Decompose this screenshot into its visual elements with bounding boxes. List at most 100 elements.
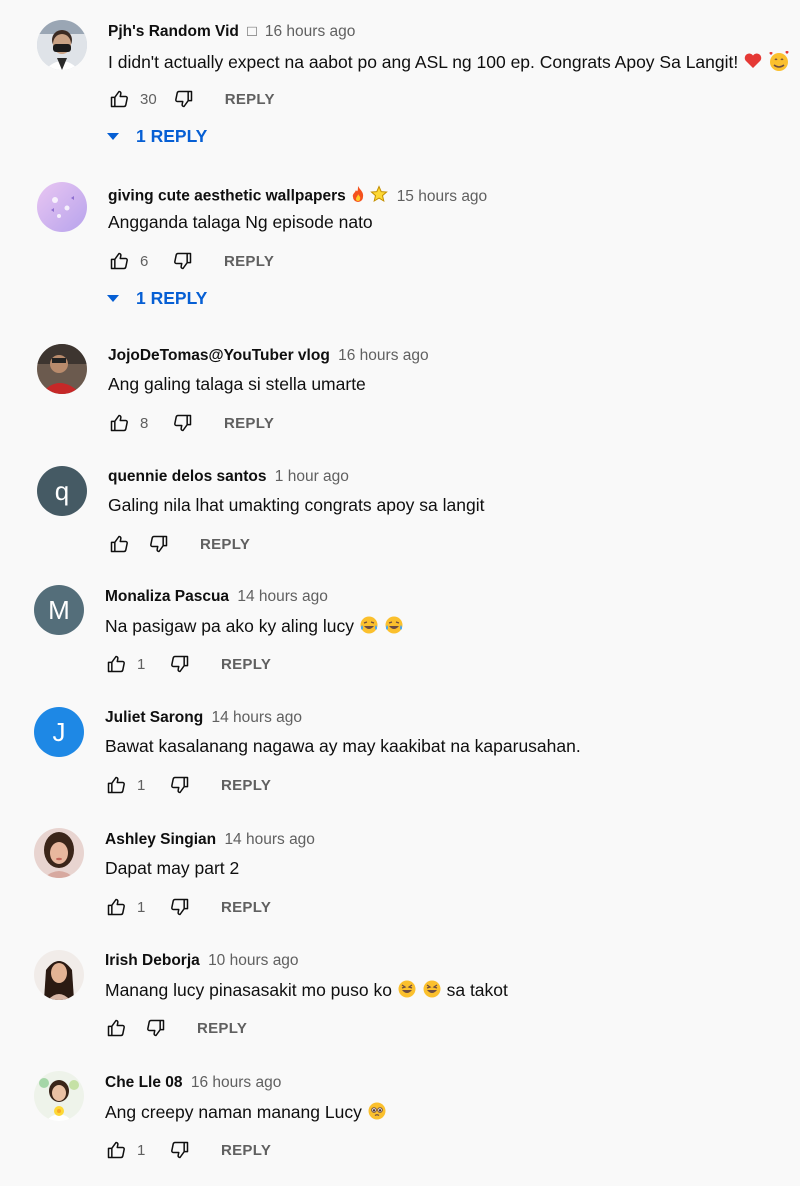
- pastel-butterfly-avatar[interactable]: [37, 182, 87, 232]
- comment-time[interactable]: 14 hours ago: [237, 588, 328, 605]
- fire-emoji-icon: [350, 185, 366, 208]
- comment-text-continued: sa takot: [446, 980, 508, 1001]
- person-red-shirt-avatar[interactable]: [37, 344, 87, 394]
- verified-badge-icon: □: [247, 23, 257, 40]
- caret-down-icon: [107, 133, 119, 140]
- girl-yellow-flower-avatar[interactable]: [34, 1071, 84, 1121]
- like-count: 30: [140, 90, 157, 108]
- thumbs-up-icon: [107, 1019, 125, 1037]
- thumbs-down-icon: [147, 1019, 165, 1037]
- smiling-hearts-emoji-icon: [768, 50, 790, 77]
- thumbs-up-icon: [107, 1141, 125, 1159]
- comment-time[interactable]: 10 hours ago: [208, 952, 299, 969]
- grinning-squint-emoji-icon: [397, 979, 417, 1004]
- comment-time[interactable]: 14 hours ago: [224, 831, 315, 848]
- letter-avatar[interactable]: q: [37, 466, 87, 516]
- thumbs-up-icon: [110, 414, 128, 432]
- comment-author[interactable]: Irish Deborja: [105, 952, 200, 969]
- thumbs-up-icon: [107, 655, 125, 673]
- like-count: 8: [140, 414, 149, 432]
- thumbs-down-icon: [171, 898, 189, 916]
- like-button[interactable]: [105, 1017, 127, 1039]
- dislike-button[interactable]: [148, 533, 170, 555]
- thumbs-down-icon: [171, 1141, 189, 1159]
- comment-author[interactable]: Che Lle 08: [105, 1074, 183, 1091]
- letter-avatar[interactable]: J: [34, 707, 84, 757]
- dislike-button[interactable]: [173, 88, 195, 110]
- reply-button[interactable]: REPLY: [221, 1142, 271, 1159]
- thumbs-up-icon: [110, 535, 128, 553]
- dislike-button[interactable]: [169, 774, 191, 796]
- comment-text: Galing nila lhat umakting congrats apoy …: [108, 495, 485, 515]
- reply-button[interactable]: REPLY: [221, 777, 271, 794]
- reply-button[interactable]: REPLY: [197, 1020, 247, 1037]
- replies-count: 1 REPLY: [136, 126, 208, 146]
- caret-down-icon: [107, 295, 119, 302]
- avatar-letter: q: [54, 475, 70, 506]
- reply-button[interactable]: REPLY: [224, 415, 274, 432]
- comment-time[interactable]: 14 hours ago: [212, 709, 303, 726]
- like-button[interactable]: [108, 533, 130, 555]
- comment-author[interactable]: JojoDeTomas@YouTuber vlog: [108, 347, 330, 364]
- like-button[interactable]: [105, 1139, 127, 1161]
- comment-text: Bawat kasalanang nagawa ay may kaakibat …: [105, 736, 581, 756]
- girl-long-hair-avatar[interactable]: [34, 950, 84, 1000]
- view-replies-button[interactable]: 1 REPLY: [107, 288, 207, 309]
- comment-author[interactable]: giving cute aesthetic wallpapers: [108, 188, 346, 205]
- comment-author[interactable]: Monaliza Pascua: [105, 588, 229, 605]
- like-button[interactable]: [105, 896, 127, 918]
- like-count: 6: [140, 252, 149, 270]
- view-replies-button[interactable]: 1 REPLY: [107, 126, 207, 147]
- reply-button[interactable]: REPLY: [224, 253, 274, 270]
- comment-time[interactable]: 16 hours ago: [338, 347, 429, 364]
- like-button[interactable]: [105, 653, 127, 675]
- pleading-face-emoji-icon: [367, 1101, 387, 1126]
- like-count: 1: [137, 898, 146, 916]
- thumbs-down-icon: [174, 90, 192, 108]
- comment-time[interactable]: 16 hours ago: [191, 1074, 282, 1091]
- reply-button[interactable]: REPLY: [225, 91, 275, 108]
- dislike-button[interactable]: [169, 896, 191, 918]
- laughing-tears-emoji-icon: [384, 615, 404, 640]
- comment-time[interactable]: 15 hours ago: [397, 188, 488, 205]
- like-button[interactable]: [105, 774, 127, 796]
- dislike-button[interactable]: [172, 412, 194, 434]
- comment-text: Manang lucy pinasasakit mo puso ko: [105, 980, 392, 1001]
- person-mask-avatar[interactable]: [37, 20, 87, 70]
- laughing-tears-emoji-icon: [359, 615, 379, 640]
- comment-author[interactable]: Juliet Sarong: [105, 709, 203, 726]
- comment-time[interactable]: 16 hours ago: [265, 23, 356, 40]
- comment-text: Na pasigaw pa ako ky aling lucy: [105, 616, 355, 637]
- comment-text: I didn't actually expect na aabot po ang…: [108, 52, 739, 73]
- comment-text: Ang creepy naman manang Lucy: [105, 1102, 362, 1123]
- girl-portrait-avatar[interactable]: [34, 828, 84, 878]
- thumbs-up-icon: [107, 898, 125, 916]
- thumbs-down-icon: [171, 776, 189, 794]
- star-emoji-icon: [370, 185, 389, 208]
- dislike-button[interactable]: [169, 1139, 191, 1161]
- avatar-letter: J: [52, 716, 66, 747]
- comment-author[interactable]: Pjh's Random Vid: [108, 23, 239, 40]
- reply-button[interactable]: REPLY: [221, 656, 271, 673]
- comment-time[interactable]: 1 hour ago: [275, 468, 349, 485]
- thumbs-down-icon: [174, 252, 192, 270]
- dislike-button[interactable]: [172, 250, 194, 272]
- comment-author[interactable]: Ashley Singian: [105, 831, 216, 848]
- like-count: 1: [137, 655, 146, 673]
- grinning-squint-emoji-icon: [422, 979, 442, 1004]
- reply-button[interactable]: REPLY: [200, 536, 250, 553]
- avatar-letter: M: [48, 594, 70, 625]
- like-count: 1: [137, 776, 146, 794]
- comment-author[interactable]: quennie delos santos: [108, 468, 266, 485]
- dislike-button[interactable]: [145, 1017, 167, 1039]
- like-button[interactable]: [108, 412, 130, 434]
- like-button[interactable]: [108, 250, 130, 272]
- reply-button[interactable]: REPLY: [221, 899, 271, 916]
- comment-text: Dapat may part 2: [105, 858, 240, 878]
- thumbs-down-icon: [174, 414, 192, 432]
- letter-avatar[interactable]: M: [34, 585, 84, 635]
- like-count: 1: [137, 1141, 146, 1159]
- dislike-button[interactable]: [169, 653, 191, 675]
- like-button[interactable]: [108, 88, 130, 110]
- comment-text: Angganda talaga Ng episode nato: [108, 212, 373, 232]
